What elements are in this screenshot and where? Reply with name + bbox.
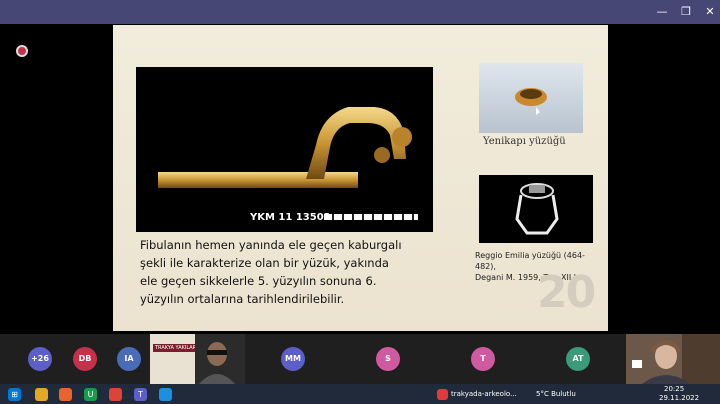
windows-taskbar [0, 384, 720, 404]
mouse-cursor-icon [536, 107, 540, 115]
participant-avatar[interactable]: IA [117, 347, 141, 371]
description-line: Fibulanın hemen yanında ele geçen kaburg… [140, 238, 402, 252]
participant-avatar[interactable]: AT [566, 347, 590, 371]
fibula-photo: YKM 11 13502 [136, 67, 433, 232]
minimize-button[interactable]: — [652, 4, 672, 20]
slide-number: 20 [537, 267, 596, 318]
participant-avatar[interactable]: DB [73, 347, 97, 371]
teams-icon[interactable]: T [134, 388, 147, 401]
more-participants-avatar[interactable]: +26 [28, 347, 52, 371]
description-line: yüzyılın ortalarına tarihlendirilebilir. [140, 292, 345, 306]
clock-time: 20:25 [664, 385, 685, 393]
shared-presentation-slide: YKM 11 13502 Fibulanın hemen yanında ele… [113, 25, 608, 331]
reggio-emilia-ring-photo [479, 175, 593, 243]
firefox-icon[interactable] [59, 388, 72, 401]
ring-image [515, 183, 559, 235]
close-button[interactable]: ✕ [700, 4, 720, 20]
slide-description: Fibulanın hemen yanında ele geçen kaburg… [140, 236, 414, 308]
self-video [632, 334, 720, 384]
participant-video [199, 342, 235, 384]
file-explorer-icon[interactable] [35, 388, 48, 401]
pdf-icon[interactable] [437, 389, 448, 400]
app-icon[interactable]: U [84, 388, 97, 401]
participant-avatar[interactable]: S [376, 347, 400, 371]
photo-label: YKM 11 13502 [250, 212, 331, 223]
window-titlebar [0, 0, 720, 24]
scale-bar [324, 214, 418, 220]
fibula-image [158, 107, 412, 188]
active-window-label[interactable]: trakyada-arkeolo... [451, 390, 517, 398]
clock-date: 29.11.2022 [659, 394, 700, 402]
participant-avatar[interactable]: MM [281, 347, 305, 371]
description-line: şekli ile karakterize olan bir yüzük, ya… [140, 256, 389, 270]
participant-video-tile[interactable] [195, 334, 245, 384]
self-video-tile[interactable] [626, 334, 720, 384]
ring-image [515, 88, 547, 115]
yenikapi-caption: Yenikapı yüzüğü [483, 136, 566, 147]
edge-icon[interactable] [159, 388, 172, 401]
chrome-icon[interactable] [109, 388, 122, 401]
participant-avatar[interactable]: T [471, 347, 495, 371]
participant-strip [0, 334, 720, 384]
description-line: ele geçen sikkelerle 5. yüzyılın sonuna … [140, 274, 377, 288]
yenikapi-ring-photo [479, 63, 583, 133]
restore-button[interactable]: ❐ [676, 4, 696, 20]
recording-indicator-icon [16, 45, 28, 57]
weather-widget[interactable]: 5°C Bulutlu [536, 390, 576, 398]
start-icon[interactable]: ⊞ [8, 388, 21, 401]
